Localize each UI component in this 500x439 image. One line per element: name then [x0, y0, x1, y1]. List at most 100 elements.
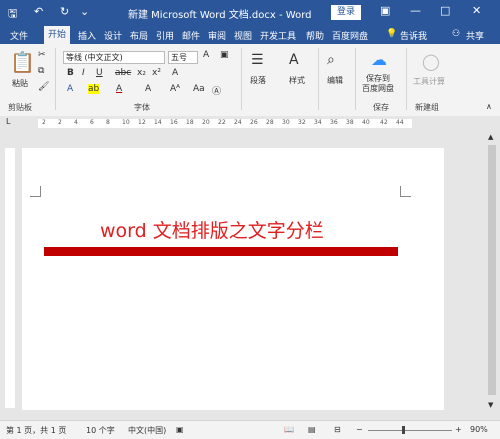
scroll-thumb[interactable] — [488, 145, 496, 395]
search-icon[interactable]: ⌕ — [327, 52, 335, 68]
red-divider-bar[interactable] — [44, 247, 398, 256]
tab-home[interactable]: 开始 — [44, 26, 71, 44]
customize-quick-access-icon[interactable]: ⌄ — [80, 5, 89, 18]
ruler-number: 14 — [154, 119, 162, 126]
zoom-slider[interactable] — [368, 430, 452, 431]
ruler-number: 2 — [42, 119, 46, 126]
ruler-bar[interactable]: 2 2 4 6 8 10 12 14 16 18 20 22 24 26 28 … — [38, 119, 412, 128]
underline-icon[interactable]: U — [96, 68, 103, 78]
macro-record-icon[interactable]: ▣ — [176, 425, 184, 434]
margin-corner — [30, 186, 41, 197]
zoom-in-icon[interactable]: + — [455, 425, 462, 434]
text-effects-icon[interactable]: A — [67, 84, 73, 94]
tool-calc-button[interactable]: 工具计算 — [413, 76, 445, 87]
word-count[interactable]: 10 个字 — [86, 425, 115, 436]
language-indicator[interactable]: 中文(中国) — [128, 425, 166, 436]
ruler-number: 40 — [362, 119, 370, 126]
divider — [55, 48, 56, 110]
font-size-select[interactable]: 五号 — [168, 51, 198, 64]
undo-icon[interactable]: ↶ — [34, 5, 43, 18]
scroll-up-icon[interactable]: ▲ — [488, 133, 493, 141]
ruler-number: 36 — [330, 119, 338, 126]
read-mode-icon[interactable]: 📖 — [284, 425, 294, 434]
document-page[interactable] — [22, 148, 444, 410]
ribbon: 📋 粘贴 ✂ ⧉ 🖌 剪贴板 等线 (中文正文) 五号 A ▣ B I U ab… — [0, 44, 500, 117]
maximize-icon[interactable]: □ — [440, 4, 450, 17]
paragraph-icon[interactable]: ☰ — [251, 52, 264, 68]
format-painter-icon[interactable]: 🖌 — [38, 82, 49, 92]
subscript-icon[interactable]: x₂ — [137, 68, 146, 78]
person-icon[interactable]: ⚇ — [452, 29, 460, 39]
copy-icon[interactable]: ⧉ — [38, 66, 44, 76]
tab-mailings[interactable]: 邮件 — [182, 29, 200, 42]
ruler-number: 24 — [234, 119, 242, 126]
document-heading[interactable]: word 文档排版之文字分栏 — [100, 216, 324, 243]
tab-selector-icon[interactable]: L — [6, 117, 10, 126]
strikethrough-icon[interactable]: abc — [115, 68, 131, 78]
grow-font-icon[interactable]: A — [203, 50, 209, 60]
enclose-character-icon[interactable]: Ⓐ — [212, 84, 221, 97]
clear-formatting-icon[interactable]: A — [172, 68, 178, 78]
baidu-netdisk-icon[interactable]: ☁ — [371, 50, 387, 69]
login-button[interactable]: 登录 — [331, 5, 361, 20]
cut-icon[interactable]: ✂ — [38, 50, 46, 60]
zoom-out-icon[interactable]: − — [356, 425, 363, 434]
tab-layout[interactable]: 布局 — [130, 29, 148, 42]
tell-me-search[interactable]: 告诉我 — [400, 29, 427, 42]
superscript-icon[interactable]: x² — [152, 68, 161, 78]
zoom-slider-thumb[interactable] — [402, 426, 405, 434]
styles-icon[interactable]: A — [289, 52, 299, 68]
editing-button[interactable]: 编辑 — [327, 75, 343, 86]
tab-help[interactable]: 帮助 — [306, 29, 324, 42]
phonetic-guide-icon[interactable]: ▣ — [220, 50, 229, 60]
save-icon[interactable]: 🖫 — [8, 5, 17, 24]
paragraph-button[interactable]: 段落 — [250, 75, 266, 86]
tool-calc-icon: ◯ — [422, 52, 440, 71]
ruler-number: 38 — [346, 119, 354, 126]
horizontal-ruler[interactable]: L 2 2 4 6 8 10 12 14 16 18 20 22 24 26 2… — [0, 116, 500, 131]
tab-view[interactable]: 视图 — [234, 29, 252, 42]
font-color-icon[interactable]: A — [116, 84, 122, 94]
italic-icon[interactable]: I — [82, 68, 85, 78]
scroll-down-icon[interactable]: ▼ — [488, 401, 493, 409]
ruler-number: 6 — [90, 119, 94, 126]
clipboard-group-label: 剪贴板 — [8, 103, 32, 112]
tab-review[interactable]: 审阅 — [208, 29, 226, 42]
web-layout-icon[interactable]: ⊟ — [334, 425, 341, 434]
highlight-icon[interactable]: ab — [88, 84, 100, 94]
grow-shrink-icon[interactable]: Aᴬ — [170, 84, 180, 94]
collapse-ribbon-icon[interactable]: ∧ — [486, 102, 492, 111]
save-to-baidu-button[interactable]: 保存到 百度网盘 — [362, 74, 394, 94]
paste-button[interactable]: 粘贴 — [12, 78, 28, 89]
ruler-number: 2 — [58, 119, 62, 126]
styles-button[interactable]: 样式 — [289, 75, 305, 86]
share-button[interactable]: 共享 — [466, 29, 484, 42]
ribbon-options-icon[interactable]: ▣ — [380, 4, 390, 17]
ruler-number: 32 — [298, 119, 306, 126]
page-count[interactable]: 第 1 页，共 1 页 — [6, 425, 66, 436]
print-layout-icon[interactable]: ▤ — [308, 425, 316, 434]
ribbon-tabs: 文件 开始 插入 设计 布局 引用 邮件 审阅 视图 开发工具 帮助 百度网盘 … — [0, 26, 500, 44]
zoom-level[interactable]: 90% — [470, 425, 488, 434]
paste-icon[interactable]: 📋 — [10, 50, 35, 74]
redo-icon[interactable]: ↻ — [60, 5, 69, 18]
ruler-number: 10 — [122, 119, 130, 126]
tab-baidu-netdisk[interactable]: 百度网盘 — [332, 29, 368, 42]
shading-icon[interactable]: A — [145, 84, 151, 94]
vertical-scrollbar[interactable]: ▲ ▼ — [484, 131, 500, 415]
save-group-label: 保存 — [373, 103, 389, 112]
lightbulb-icon[interactable]: 💡 — [386, 29, 397, 39]
font-name-select[interactable]: 等线 (中文正文) — [63, 51, 165, 64]
tab-file[interactable]: 文件 — [10, 29, 28, 42]
vertical-ruler[interactable] — [5, 148, 15, 408]
tab-design[interactable]: 设计 — [104, 29, 122, 42]
font-group-label: 字体 — [134, 103, 150, 112]
tab-developer[interactable]: 开发工具 — [260, 29, 296, 42]
close-icon[interactable]: ✕ — [472, 4, 481, 17]
minimize-icon[interactable]: — — [410, 4, 421, 17]
tab-insert[interactable]: 插入 — [78, 29, 96, 42]
tab-references[interactable]: 引用 — [156, 29, 174, 42]
ruler-number: 30 — [282, 119, 290, 126]
bold-icon[interactable]: B — [67, 68, 74, 78]
change-case-icon[interactable]: Aa — [193, 84, 205, 94]
